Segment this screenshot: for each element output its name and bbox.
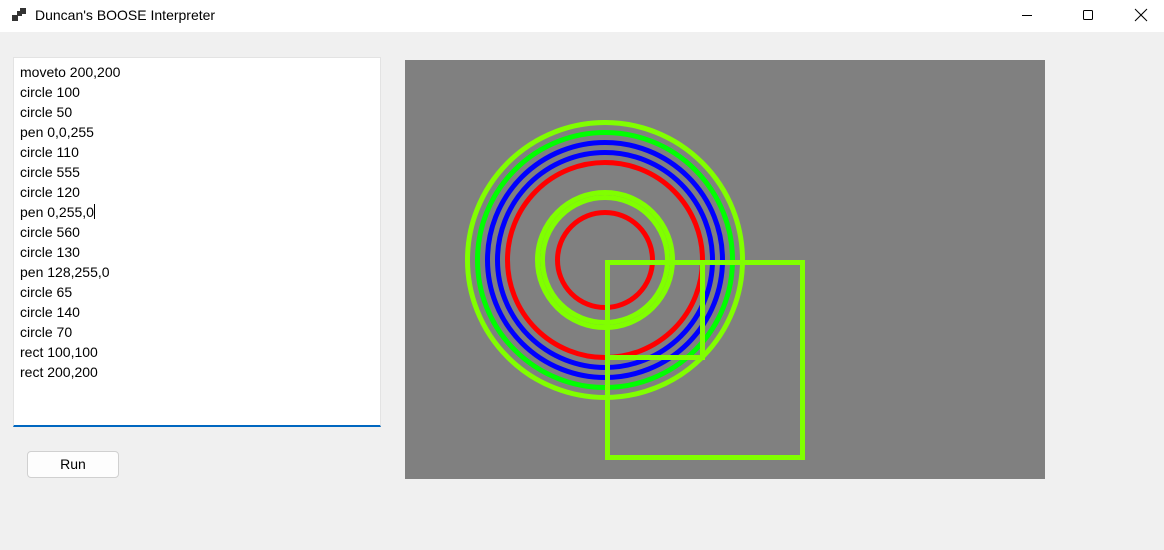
minimize-button[interactable] bbox=[1004, 0, 1050, 30]
code-line: circle 110 bbox=[20, 144, 79, 160]
code-line: circle 65 bbox=[20, 284, 73, 300]
code-line: circle 140 bbox=[20, 304, 80, 320]
code-line: circle 560 bbox=[20, 224, 80, 240]
minimize-icon bbox=[1022, 15, 1032, 16]
app-window-icon bbox=[12, 8, 26, 21]
code-line: pen 0,0,255 bbox=[20, 124, 94, 140]
text-caret bbox=[93, 204, 95, 219]
code-line-text: pen 0,255,0 bbox=[20, 204, 94, 220]
code-line: circle 130 bbox=[20, 244, 80, 260]
maximize-icon bbox=[1083, 10, 1093, 20]
window-title: Duncan's BOOSE Interpreter bbox=[35, 7, 216, 23]
close-button[interactable] bbox=[1118, 0, 1164, 30]
title-bar: Duncan's BOOSE Interpreter bbox=[0, 0, 1164, 32]
code-line: pen 128,255,0 bbox=[20, 264, 110, 280]
maximize-button[interactable] bbox=[1065, 0, 1111, 30]
run-button[interactable]: Run bbox=[27, 451, 119, 478]
code-line: rect 200,200 bbox=[20, 364, 98, 380]
code-line: circle 120 bbox=[20, 184, 80, 200]
code-line: moveto 200,200 bbox=[20, 64, 121, 80]
code-editor[interactable]: moveto 200,200 circle 100 circle 50 pen … bbox=[13, 57, 381, 427]
code-line: circle 555 bbox=[20, 164, 80, 180]
canvas-drawing bbox=[465, 120, 805, 460]
close-icon bbox=[1134, 8, 1148, 22]
code-line: circle 50 bbox=[20, 104, 73, 120]
code-line: circle 100 bbox=[20, 84, 80, 100]
code-line-with-caret: pen 0,255,0 bbox=[20, 202, 120, 222]
code-line: rect 100,100 bbox=[20, 344, 98, 360]
drawing-canvas bbox=[405, 60, 1045, 479]
code-lines: moveto 200,200 circle 100 circle 50 pen … bbox=[20, 62, 120, 382]
code-line: circle 70 bbox=[20, 324, 73, 340]
